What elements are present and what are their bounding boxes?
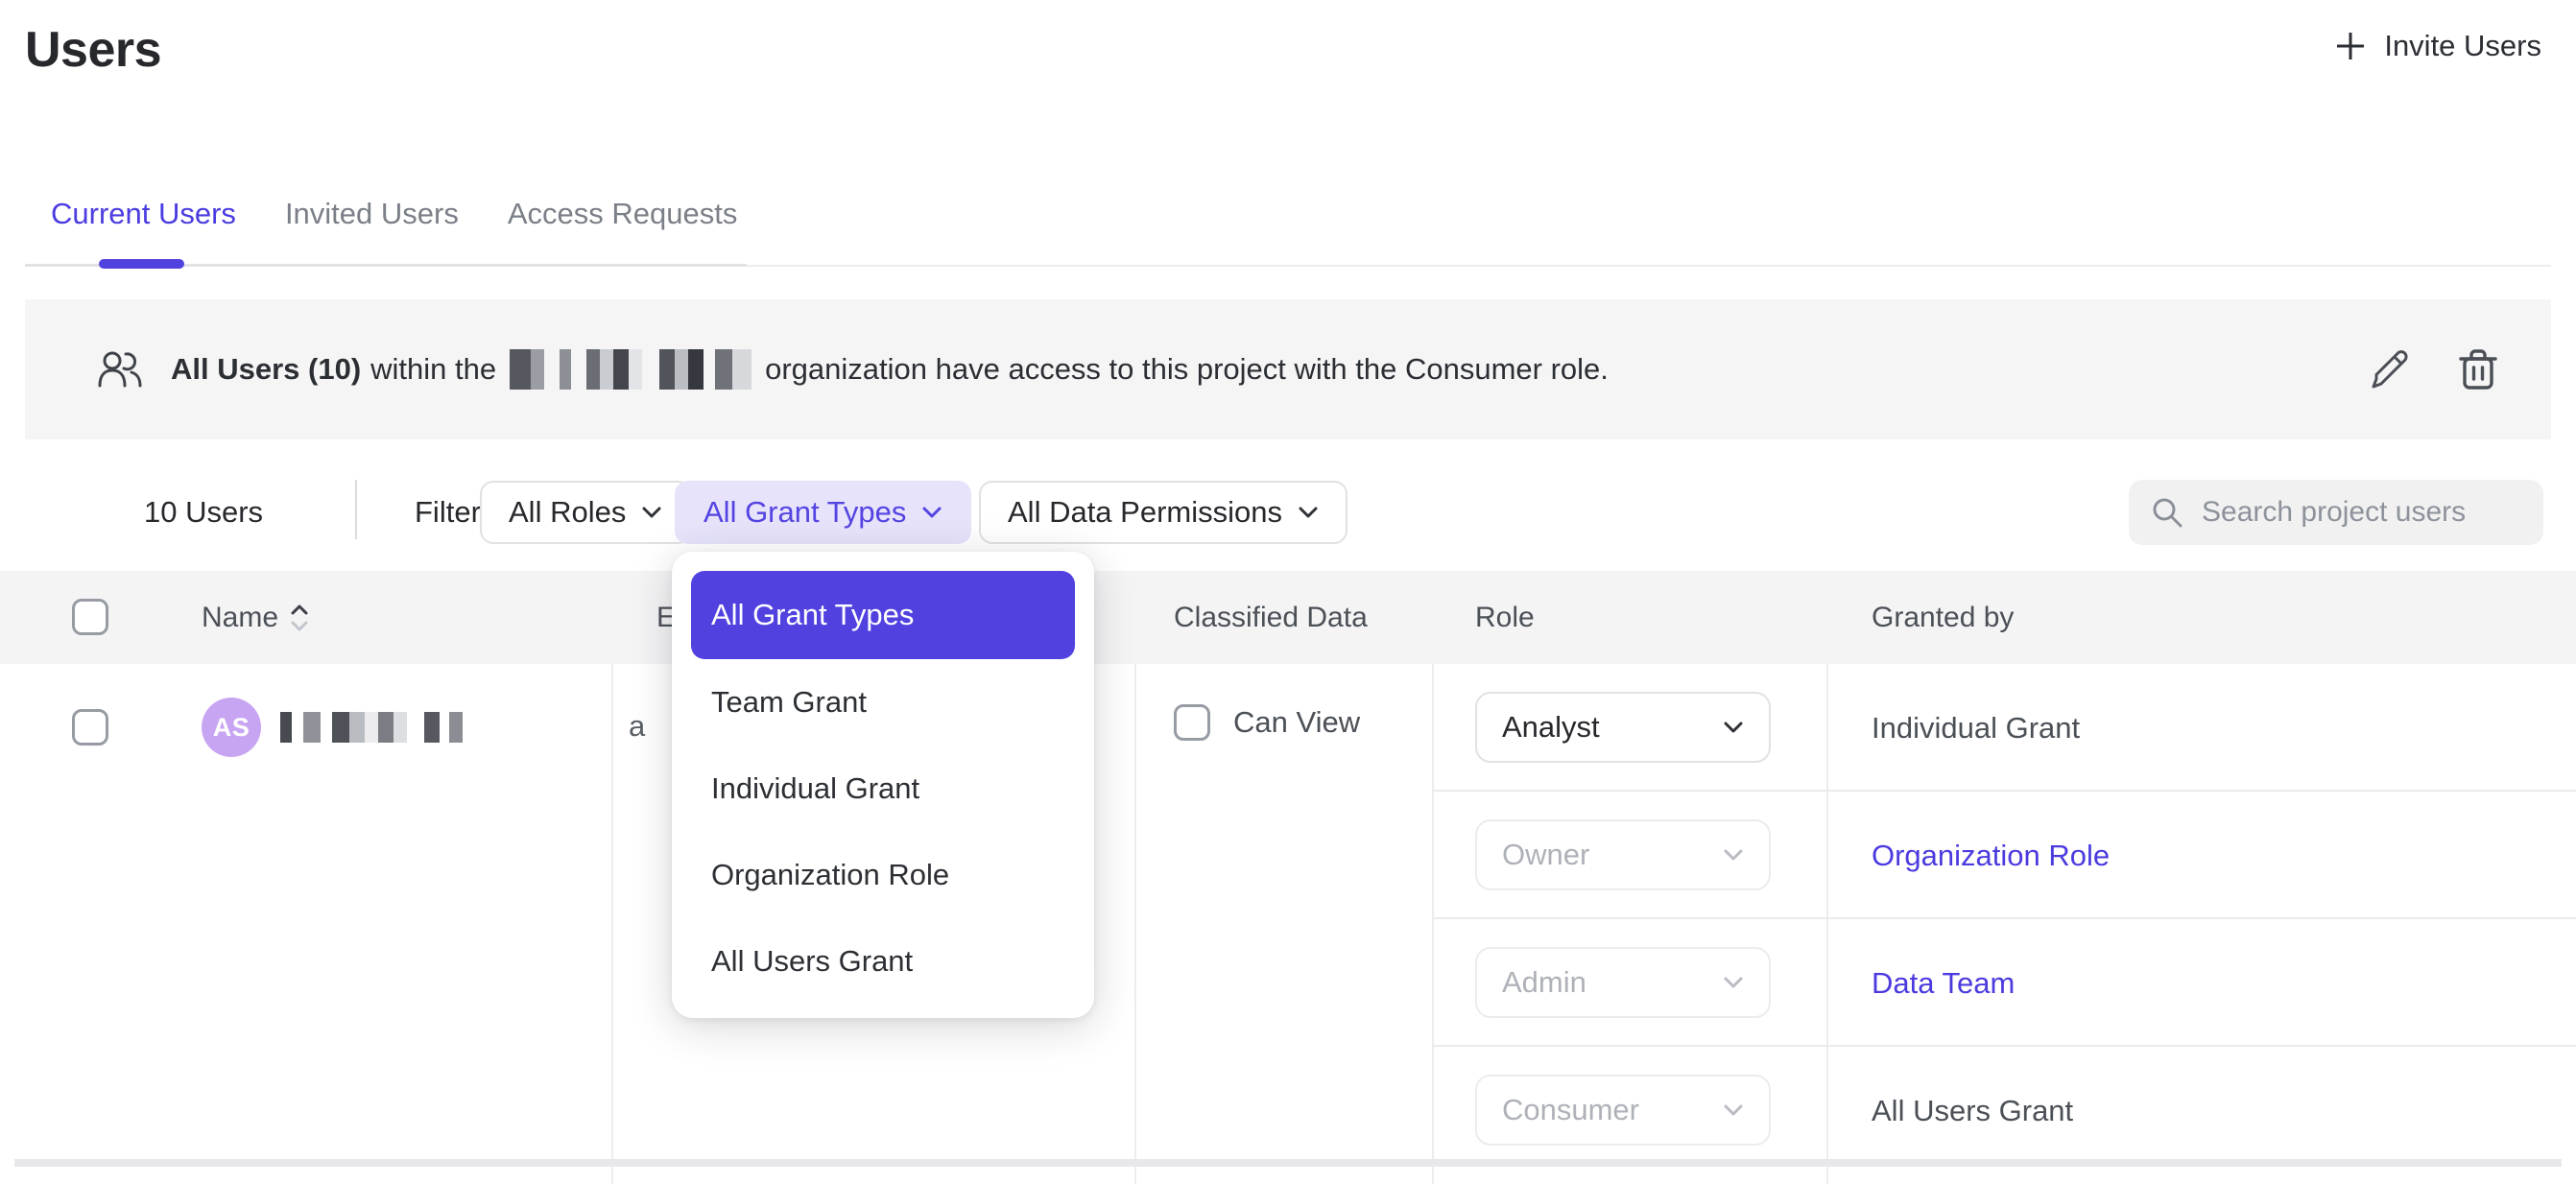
trash-icon <box>2456 346 2500 392</box>
column-divider <box>611 664 613 1184</box>
row-divider <box>14 1159 2562 1167</box>
all-grant-types-label: All Grant Types <box>704 495 906 530</box>
granted-by-value: All Users Grant <box>1872 1094 2073 1128</box>
plus-icon <box>2334 30 2367 62</box>
dropdown-option-organization-role[interactable]: Organization Role <box>672 832 1094 918</box>
column-divider <box>1134 664 1136 1184</box>
all-data-permissions-filter[interactable]: All Data Permissions <box>979 481 1348 544</box>
sort-icon[interactable] <box>288 601 311 635</box>
dropdown-option-all-users-grant[interactable]: All Users Grant <box>672 918 1094 1005</box>
grant-row-divider <box>1432 790 2576 792</box>
invite-users-button[interactable]: Invite Users <box>2334 29 2541 63</box>
chevron-down-icon <box>921 506 942 519</box>
column-header-role: Role <box>1475 571 1535 664</box>
dropdown-option-team-grant[interactable]: Team Grant <box>672 659 1094 746</box>
filter-bar: 10 Users Filter by All Roles All Grant T… <box>0 441 2576 571</box>
page-title: Users <box>25 21 161 79</box>
role-select-admin[interactable]: Admin <box>1475 947 1771 1018</box>
column-header-name[interactable]: Name <box>202 571 311 664</box>
search-box <box>2129 480 2543 545</box>
people-icon <box>96 348 144 391</box>
chevron-down-icon <box>1723 848 1744 862</box>
all-grant-types-filter[interactable]: All Grant Types <box>675 481 971 544</box>
invite-users-label: Invite Users <box>2384 29 2541 63</box>
granted-by-link[interactable]: Data Team <box>1872 966 2015 1001</box>
column-divider <box>1826 664 1828 1184</box>
all-users-banner: All Users (10) within the organization h… <box>25 299 2551 439</box>
chevron-down-icon <box>1723 721 1744 734</box>
table-body: AS a Can View Analyst Owner Admin Consum… <box>0 664 2576 1184</box>
role-select-label: Consumer <box>1502 1093 1639 1127</box>
role-select-label: Admin <box>1502 965 1586 1000</box>
delete-grant-button[interactable] <box>2451 343 2505 396</box>
column-header-granted-by: Granted by <box>1872 571 2014 664</box>
all-roles-filter[interactable]: All Roles <box>480 481 691 544</box>
name-header-label: Name <box>202 602 278 634</box>
active-tab-indicator <box>99 259 184 269</box>
banner-text-after-org: organization have access to this project… <box>765 352 1609 387</box>
classified-data-cell: Can View <box>1174 704 1360 741</box>
table-header: Name E Classified Data Role Granted by <box>0 571 2576 664</box>
banner-text-before-org: within the <box>370 352 496 387</box>
banner-actions <box>2363 299 2505 439</box>
users-page: Users Invite Users Current Users Invited… <box>0 0 2576 1184</box>
grant-row-divider <box>1432 917 2576 919</box>
row-checkbox[interactable] <box>72 709 108 746</box>
tab-invited-users[interactable]: Invited Users <box>285 187 459 241</box>
pencil-icon <box>2367 346 2413 392</box>
role-select-owner[interactable]: Owner <box>1475 819 1771 890</box>
can-view-label: Can View <box>1233 705 1360 740</box>
filter-bar-divider <box>355 480 357 539</box>
column-header-classified-data: Classified Data <box>1174 571 1368 664</box>
all-roles-label: All Roles <box>509 495 626 530</box>
column-divider <box>1432 664 1434 1184</box>
dropdown-option-all-grant-types[interactable]: All Grant Types <box>691 571 1075 659</box>
tab-bar: Current Users Invited Users Access Reque… <box>25 178 2551 267</box>
role-select-consumer[interactable]: Consumer <box>1475 1075 1771 1146</box>
grant-types-dropdown: All Grant Types Team Grant Individual Gr… <box>672 552 1094 1018</box>
chevron-down-icon <box>1298 506 1319 519</box>
all-data-permissions-label: All Data Permissions <box>1008 495 1282 530</box>
granted-by-header-label: Granted by <box>1872 602 2014 634</box>
chevron-down-icon <box>1723 1103 1744 1117</box>
tab-access-requests[interactable]: Access Requests <box>508 187 738 241</box>
role-header-label: Role <box>1475 602 1535 634</box>
tab-current-users[interactable]: Current Users <box>51 187 236 241</box>
redacted-user-name <box>280 712 463 743</box>
search-input[interactable] <box>2202 496 2522 529</box>
edit-grant-button[interactable] <box>2363 343 2417 396</box>
can-view-checkbox[interactable] <box>1174 704 1210 741</box>
role-select-label: Owner <box>1502 838 1589 872</box>
user-email-fragment: a <box>629 709 645 744</box>
banner-bold-text: All Users (10) <box>171 352 361 387</box>
granted-by-value: Individual Grant <box>1872 711 2080 746</box>
search-icon <box>2150 495 2184 530</box>
grant-row-divider <box>1432 1045 2576 1047</box>
classified-data-header-label: Classified Data <box>1174 602 1368 634</box>
select-all-checkbox[interactable] <box>72 599 108 635</box>
chevron-down-icon <box>1723 976 1744 989</box>
user-count: 10 Users <box>144 495 263 530</box>
chevron-down-icon <box>641 506 662 519</box>
role-select-analyst[interactable]: Analyst <box>1475 692 1771 763</box>
role-select-label: Analyst <box>1502 710 1600 745</box>
dropdown-option-individual-grant[interactable]: Individual Grant <box>672 746 1094 832</box>
granted-by-link[interactable]: Organization Role <box>1872 839 2110 873</box>
banner-text: All Users (10) within the organization h… <box>171 349 1609 390</box>
redacted-org-name <box>510 349 751 390</box>
avatar: AS <box>202 698 261 757</box>
